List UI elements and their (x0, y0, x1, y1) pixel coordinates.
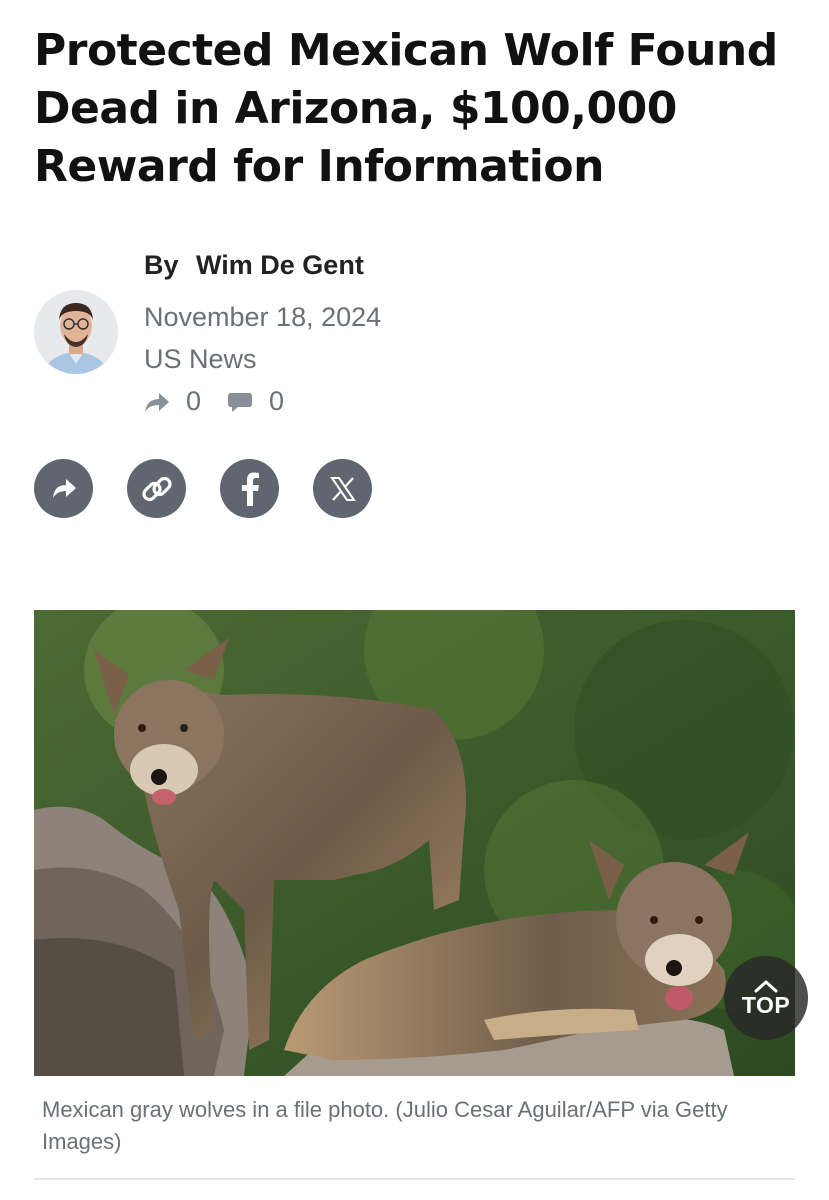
wolves-image (34, 610, 795, 1076)
share-arrow-icon (52, 478, 76, 498)
author-avatar[interactable] (34, 290, 118, 374)
comment-count: 0 (269, 386, 285, 416)
engagement-counts: 0 0 (144, 386, 310, 417)
publish-date: November 18, 2024 (144, 302, 382, 332)
x-icon (329, 476, 356, 501)
divider (34, 1178, 795, 1180)
share-count: 0 (186, 386, 202, 416)
byline-prefix: By (144, 250, 179, 280)
comment-count-icon (228, 392, 253, 412)
author-name[interactable]: Wim De Gent (196, 250, 364, 280)
share-count-icon (145, 392, 169, 412)
link-icon (141, 476, 172, 501)
share-buttons (34, 459, 372, 518)
facebook-share-button[interactable] (220, 459, 279, 518)
facebook-icon (241, 472, 259, 506)
back-to-top-label: TOP (741, 991, 791, 1018)
author-photo (34, 290, 118, 374)
back-to-top-button[interactable]: TOP (724, 956, 808, 1040)
photo-caption: Mexican gray wolves in a file photo. (Ju… (42, 1097, 728, 1154)
article-photo[interactable] (34, 610, 795, 1076)
x-share-button[interactable] (313, 459, 372, 518)
byline: By Wim De Gent (144, 250, 364, 281)
copy-link-button[interactable] (127, 459, 186, 518)
category-link[interactable]: US News (144, 344, 257, 375)
article-headline: Protected Mexican Wolf Found Dead in Ari… (34, 25, 778, 192)
share-button[interactable] (34, 459, 93, 518)
